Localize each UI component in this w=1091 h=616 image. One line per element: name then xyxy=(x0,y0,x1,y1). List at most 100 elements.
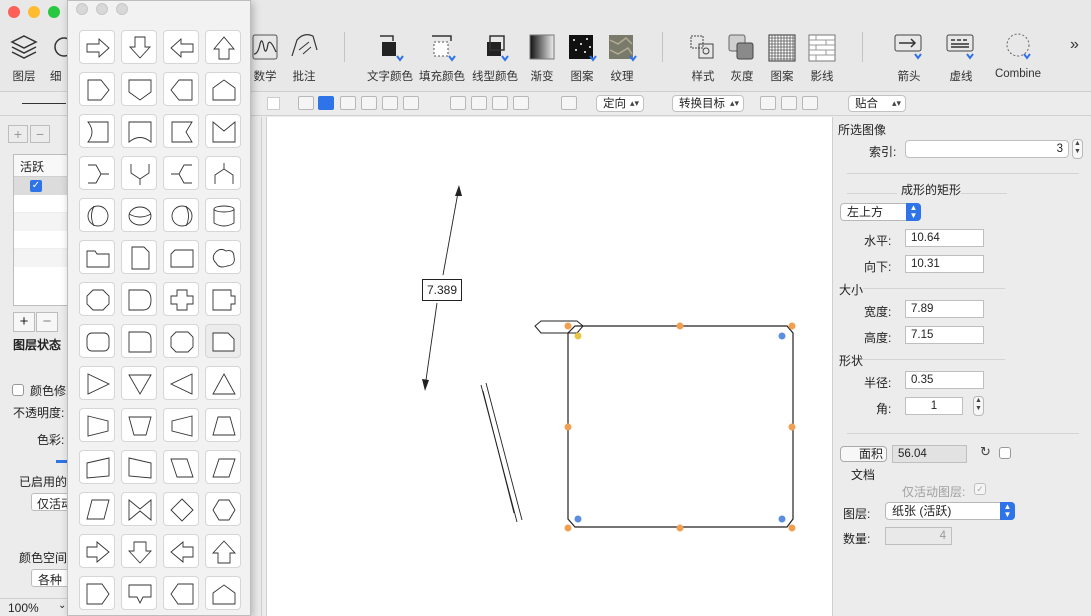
oct-round-shape[interactable] xyxy=(163,324,199,358)
pentagon-down-shape[interactable] xyxy=(121,72,157,106)
arrow-right-shape[interactable] xyxy=(79,30,115,64)
select-tool-button[interactable] xyxy=(298,96,314,110)
hexagon-shape[interactable] xyxy=(205,492,241,526)
zoom-window-button[interactable] xyxy=(48,6,60,18)
card-shape[interactable] xyxy=(163,240,199,274)
parallelogram2-shape[interactable] xyxy=(205,450,241,484)
snap-popup[interactable]: 贴合 ▴▾ xyxy=(848,95,906,112)
anchor-popup[interactable]: 左上方 ▲ ▼ xyxy=(840,203,921,221)
rotate-tool-button[interactable] xyxy=(382,96,398,110)
drawing-canvas[interactable]: 7.389 xyxy=(266,117,832,616)
line-width-preview[interactable] xyxy=(22,103,66,104)
notch-left-shape[interactable] xyxy=(79,114,115,148)
tag-right-shape[interactable] xyxy=(79,576,115,610)
rect-tool-button[interactable] xyxy=(361,96,377,110)
tag-left-shape[interactable] xyxy=(163,576,199,610)
toolbar-arrow-button[interactable]: 箭头 xyxy=(893,30,925,84)
dimension-line-upper[interactable] xyxy=(442,186,460,276)
toolbar-math-button[interactable]: 数学 xyxy=(250,30,280,84)
close-window-button[interactable] xyxy=(8,6,20,18)
trapezoid-left-shape[interactable] xyxy=(163,408,199,442)
only-active-button[interactable]: 仅活动 xyxy=(31,493,71,511)
only-active-layer-checkbox[interactable]: ✓ xyxy=(974,483,986,495)
add-layer-button[interactable]: + xyxy=(8,125,28,143)
direction-popup[interactable]: 定向 ▴▾ xyxy=(596,95,644,112)
convert-target-popup[interactable]: 转换目标 ▴▾ xyxy=(672,95,744,112)
table-row[interactable] xyxy=(14,195,72,213)
corner-style-3-button[interactable] xyxy=(802,96,818,110)
skew-down-shape[interactable] xyxy=(121,450,157,484)
arrange-front-button[interactable] xyxy=(450,96,466,110)
triangle-down-shape[interactable] xyxy=(121,366,157,400)
corner-field[interactable]: 1 xyxy=(905,397,963,415)
corner-handle[interactable] xyxy=(778,515,786,523)
down-field[interactable]: 10.31 xyxy=(905,255,984,273)
crop-tool-button[interactable] xyxy=(340,96,356,110)
toolbar-gradient-button[interactable]: 渐变 xyxy=(526,30,558,84)
toolbar-overflow-button[interactable]: » xyxy=(1070,36,1079,54)
pentagon-left-shape[interactable] xyxy=(163,72,199,106)
toolbar-text-color-button[interactable]: 文字颜色 xyxy=(366,30,414,84)
tab-right-shape[interactable] xyxy=(205,282,241,316)
arrow-down-2-shape[interactable] xyxy=(121,534,157,568)
callout-down-shape[interactable] xyxy=(121,576,157,610)
resize-handle[interactable] xyxy=(564,322,572,330)
octagon-shape[interactable] xyxy=(79,282,115,316)
color-modify-checkbox[interactable] xyxy=(12,384,24,396)
toolbar-combine-button[interactable]: Combine xyxy=(990,30,1046,80)
arrange-back-button[interactable] xyxy=(513,96,529,110)
arrow-down-shape[interactable] xyxy=(121,30,157,64)
resize-handle[interactable] xyxy=(788,423,796,431)
folder-shape[interactable] xyxy=(79,240,115,274)
corner-style-1-button[interactable] xyxy=(760,96,776,110)
resize-handle[interactable] xyxy=(676,322,684,330)
lean-shape[interactable] xyxy=(79,492,115,526)
toolbar-grid-pattern-button[interactable]: 图案 xyxy=(766,30,798,84)
resize-handle[interactable] xyxy=(788,322,796,330)
skew-tool-button[interactable] xyxy=(403,96,419,110)
pentagon-up-shape[interactable] xyxy=(205,72,241,106)
corner-stepper[interactable]: ▲ ▼ xyxy=(973,396,984,416)
cylinder-shape[interactable] xyxy=(205,198,241,232)
toolbar-line-color-button[interactable]: 线型颜色 xyxy=(471,30,519,84)
trapezoid-up-shape[interactable] xyxy=(205,408,241,442)
trapezoid-down-shape[interactable] xyxy=(121,408,157,442)
toolbar-dash-button[interactable]: 虚线 xyxy=(945,30,977,84)
arrow-left-2-shape[interactable] xyxy=(163,534,199,568)
toolbar-annotation-button[interactable]: 批注 xyxy=(289,30,319,84)
path-tool-button[interactable] xyxy=(561,96,577,110)
triangle-up-shape[interactable] xyxy=(205,366,241,400)
palette-close-button[interactable] xyxy=(76,3,88,15)
refresh-icon[interactable]: ↻ xyxy=(980,444,991,460)
dimension-line-lower[interactable] xyxy=(424,302,438,388)
corner-handle[interactable] xyxy=(574,332,582,340)
cross-shape[interactable] xyxy=(163,282,199,316)
dimension-label[interactable]: 7.389 xyxy=(422,279,462,301)
arrange-forward-button[interactable] xyxy=(471,96,487,110)
width-field[interactable]: 7.89 xyxy=(905,300,984,318)
layer-popup[interactable]: 纸张 (活跃) ▲ ▼ xyxy=(885,502,1015,520)
double-line-b[interactable] xyxy=(485,382,523,521)
arrow-up-2-shape[interactable] xyxy=(205,534,241,568)
active-checkbox[interactable]: ✓ xyxy=(30,180,42,192)
resize-handle[interactable] xyxy=(564,524,572,532)
bracket-right-shape[interactable] xyxy=(79,156,115,190)
toolbar-hatch-button[interactable]: 影线 xyxy=(806,30,838,84)
notch-top-shape[interactable] xyxy=(205,114,241,148)
toolbar-pattern-button[interactable]: 图案 xyxy=(566,30,598,84)
zoom-popup[interactable]: 100% ⌄ xyxy=(0,598,70,616)
cylinder-v-shape[interactable] xyxy=(121,198,157,232)
toolbar-texture-button[interactable]: 纹理 xyxy=(606,30,638,84)
corner-handle[interactable] xyxy=(574,515,582,523)
trapezoid-right-shape[interactable] xyxy=(79,408,115,442)
resize-handle[interactable] xyxy=(676,524,684,532)
triangle-right-shape[interactable] xyxy=(79,366,115,400)
arrow-right-2-shape[interactable] xyxy=(79,534,115,568)
radius-field[interactable]: 0.35 xyxy=(905,371,984,389)
round-tag-shape[interactable] xyxy=(205,324,241,358)
diamond-shape[interactable] xyxy=(163,492,199,526)
bowtie-shape[interactable] xyxy=(121,492,157,526)
palette-minimize-button[interactable] xyxy=(96,3,108,15)
area-button[interactable]: 面积 xyxy=(840,446,887,462)
cylinder-h2-shape[interactable] xyxy=(163,198,199,232)
